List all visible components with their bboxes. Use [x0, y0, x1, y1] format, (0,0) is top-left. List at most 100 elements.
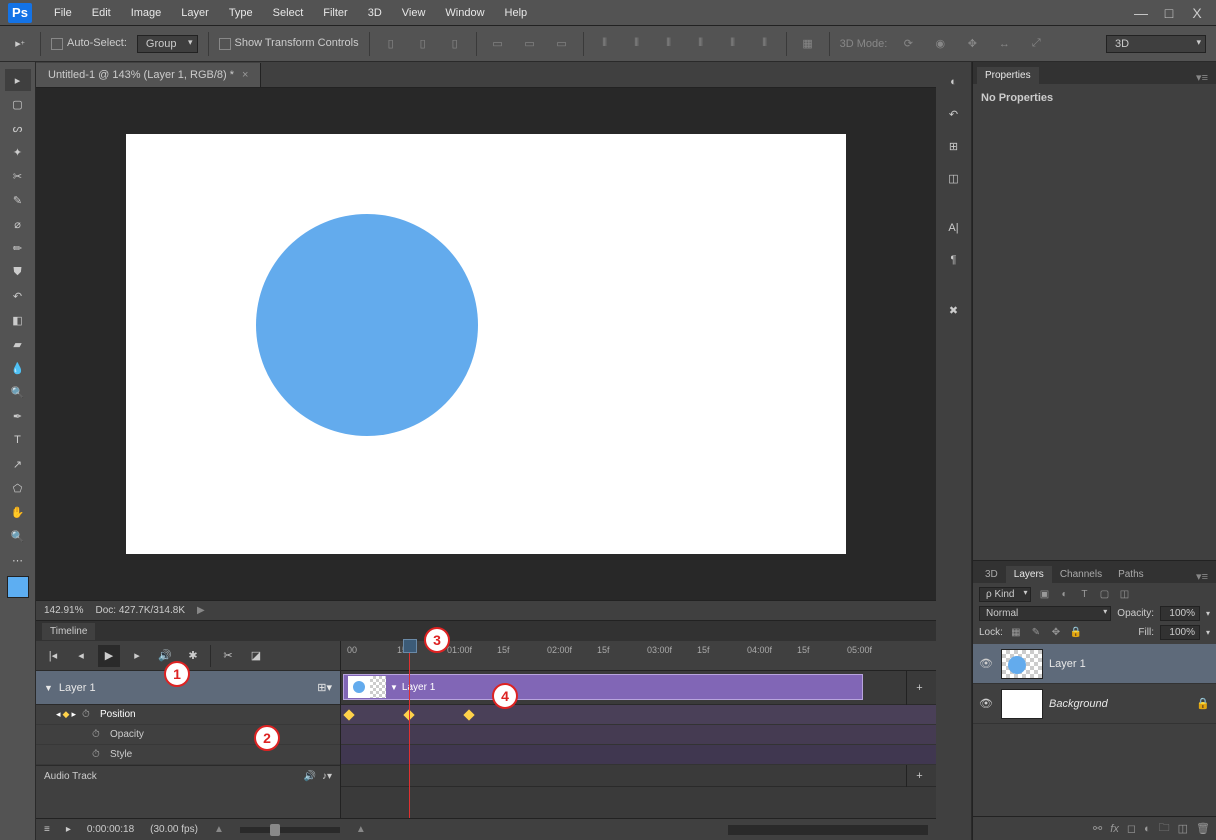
- channels-tab[interactable]: Channels: [1052, 566, 1110, 583]
- menu-view[interactable]: View: [392, 3, 436, 23]
- lock-position-icon[interactable]: ✥: [1049, 626, 1063, 640]
- loop-icon[interactable]: ▸: [66, 824, 71, 835]
- 3d-scale-icon[interactable]: ⤢: [1025, 33, 1047, 55]
- menu-help[interactable]: Help: [495, 3, 538, 23]
- prev-frame-button[interactable]: ◂: [70, 645, 92, 667]
- 3d-pan-icon[interactable]: ✥: [961, 33, 983, 55]
- auto-align-icon[interactable]: ▦: [797, 33, 819, 55]
- filter-pixel-icon[interactable]: ▣: [1037, 588, 1051, 602]
- align-center-h-icon[interactable]: ▯: [412, 33, 434, 55]
- adjustments-icon[interactable]: ◐: [942, 70, 966, 94]
- delete-layer-icon[interactable]: 🗑: [1196, 822, 1210, 835]
- lock-transparency-icon[interactable]: ▦: [1009, 626, 1023, 640]
- filter-kind-dropdown[interactable]: ρ Kind: [979, 587, 1031, 602]
- opacity-input[interactable]: 100%: [1160, 606, 1200, 621]
- menu-3d[interactable]: 3D: [358, 3, 392, 23]
- stopwatch-icon[interactable]: ⏱: [92, 749, 104, 760]
- magic-wand-tool[interactable]: ✦: [5, 141, 31, 163]
- paragraph-icon[interactable]: ¶: [942, 248, 966, 272]
- layer-options-icon[interactable]: ⊞▾: [317, 681, 332, 694]
- group-icon[interactable]: 🗀: [1159, 819, 1170, 838]
- playhead-line[interactable]: [409, 641, 410, 818]
- visibility-icon[interactable]: 👁: [979, 697, 995, 710]
- layer-mask-icon[interactable]: ◻: [1127, 822, 1136, 835]
- horizontal-scrollbar[interactable]: [728, 825, 928, 835]
- visibility-icon[interactable]: 👁: [979, 657, 995, 670]
- brush-settings-icon[interactable]: ✖: [942, 298, 966, 322]
- distribute-5-icon[interactable]: ⫴: [722, 33, 744, 55]
- minimize-button[interactable]: —: [1130, 5, 1152, 21]
- panel-menu-icon[interactable]: ▾≡: [1192, 71, 1212, 84]
- position-property-row[interactable]: ◂◆▸ ⏱ Position: [36, 705, 340, 725]
- video-clip[interactable]: ▼ Layer 1: [343, 674, 863, 700]
- edit-toolbar[interactable]: ⋯: [5, 549, 31, 571]
- filter-adjust-icon[interactable]: ◐: [1057, 588, 1071, 602]
- maximize-button[interactable]: □: [1158, 5, 1180, 21]
- styles-icon[interactable]: ◫: [942, 166, 966, 190]
- layer-item[interactable]: 👁 Layer 1: [973, 644, 1216, 684]
- stopwatch-icon[interactable]: ⏱: [82, 709, 94, 720]
- keyframe[interactable]: [343, 709, 354, 720]
- audio-mute-icon[interactable]: 🔊: [304, 771, 316, 782]
- canvas-area[interactable]: [36, 88, 936, 600]
- type-tool[interactable]: T: [5, 429, 31, 451]
- 3d-tab[interactable]: 3D: [977, 566, 1006, 583]
- properties-tab[interactable]: Properties: [977, 67, 1039, 84]
- distribute-1-icon[interactable]: ⫴: [594, 33, 616, 55]
- history-icon[interactable]: ↶: [942, 102, 966, 126]
- lock-all-icon[interactable]: 🔒: [1069, 626, 1083, 640]
- dodge-tool[interactable]: 🔍: [5, 381, 31, 403]
- align-top-icon[interactable]: ▭: [487, 33, 509, 55]
- adjustment-layer-icon[interactable]: ◐: [1144, 823, 1151, 835]
- layer-thumbnail[interactable]: [1001, 689, 1043, 719]
- pen-tool[interactable]: ✒: [5, 405, 31, 427]
- zoom-slider[interactable]: [240, 827, 340, 833]
- menu-image[interactable]: Image: [121, 3, 172, 23]
- filter-type-icon[interactable]: T: [1077, 588, 1091, 602]
- clone-stamp-tool[interactable]: ⛊: [5, 261, 31, 283]
- document-tab[interactable]: Untitled-1 @ 143% (Layer 1, RGB/8) * ×: [36, 63, 261, 87]
- new-layer-icon[interactable]: ◫: [1178, 822, 1188, 835]
- foreground-color-swatch[interactable]: [7, 576, 29, 598]
- history-brush-tool[interactable]: ↶: [5, 285, 31, 307]
- close-tab-icon[interactable]: ×: [242, 69, 248, 81]
- layers-tab[interactable]: Layers: [1006, 566, 1052, 583]
- menu-select[interactable]: Select: [263, 3, 314, 23]
- audio-options-icon[interactable]: ♪▾: [322, 771, 332, 782]
- auto-select-checkbox[interactable]: Auto-Select:: [51, 37, 127, 49]
- blur-tool[interactable]: 💧: [5, 357, 31, 379]
- align-middle-icon[interactable]: ▭: [519, 33, 541, 55]
- opacity-property-row[interactable]: ⏱ Opacity: [36, 725, 340, 745]
- marquee-tool[interactable]: ▢: [5, 93, 31, 115]
- audio-track-row[interactable]: Audio Track 🔊 ♪▾: [36, 765, 340, 787]
- transition-button[interactable]: ◪: [245, 645, 267, 667]
- link-layers-icon[interactable]: ⚯: [1093, 822, 1102, 835]
- go-first-frame-button[interactable]: |◂: [42, 645, 64, 667]
- lock-pixels-icon[interactable]: ✎: [1029, 626, 1043, 640]
- healing-brush-tool[interactable]: ⌀: [5, 213, 31, 235]
- brush-tool[interactable]: ✏: [5, 237, 31, 259]
- opacity-track[interactable]: [341, 725, 936, 745]
- filter-shape-icon[interactable]: ▢: [1097, 588, 1111, 602]
- add-media-button[interactable]: +: [906, 671, 932, 705]
- menu-filter[interactable]: Filter: [313, 3, 357, 23]
- disclosure-icon[interactable]: ▼: [44, 683, 53, 693]
- filter-smart-icon[interactable]: ◫: [1117, 588, 1131, 602]
- 3d-roll-icon[interactable]: ◉: [929, 33, 951, 55]
- align-left-icon[interactable]: ▯: [380, 33, 402, 55]
- keyframe[interactable]: [463, 709, 474, 720]
- position-track[interactable]: [341, 705, 936, 725]
- play-button[interactable]: ▶: [98, 645, 120, 667]
- style-property-row[interactable]: ⏱ Style: [36, 745, 340, 765]
- layer-thumbnail[interactable]: [1001, 649, 1043, 679]
- style-track[interactable]: [341, 745, 936, 765]
- paths-tab[interactable]: Paths: [1110, 566, 1152, 583]
- lasso-tool[interactable]: ᔕ: [5, 117, 31, 139]
- layer-item[interactable]: 👁 Background 🔒: [973, 684, 1216, 724]
- gradient-tool[interactable]: ▰: [5, 333, 31, 355]
- menu-window[interactable]: Window: [435, 3, 494, 23]
- swatches-icon[interactable]: ⊞: [942, 134, 966, 158]
- blend-mode-dropdown[interactable]: Normal: [979, 606, 1111, 621]
- character-icon[interactable]: A|: [942, 216, 966, 240]
- zoom-readout[interactable]: 142.91%: [44, 605, 83, 616]
